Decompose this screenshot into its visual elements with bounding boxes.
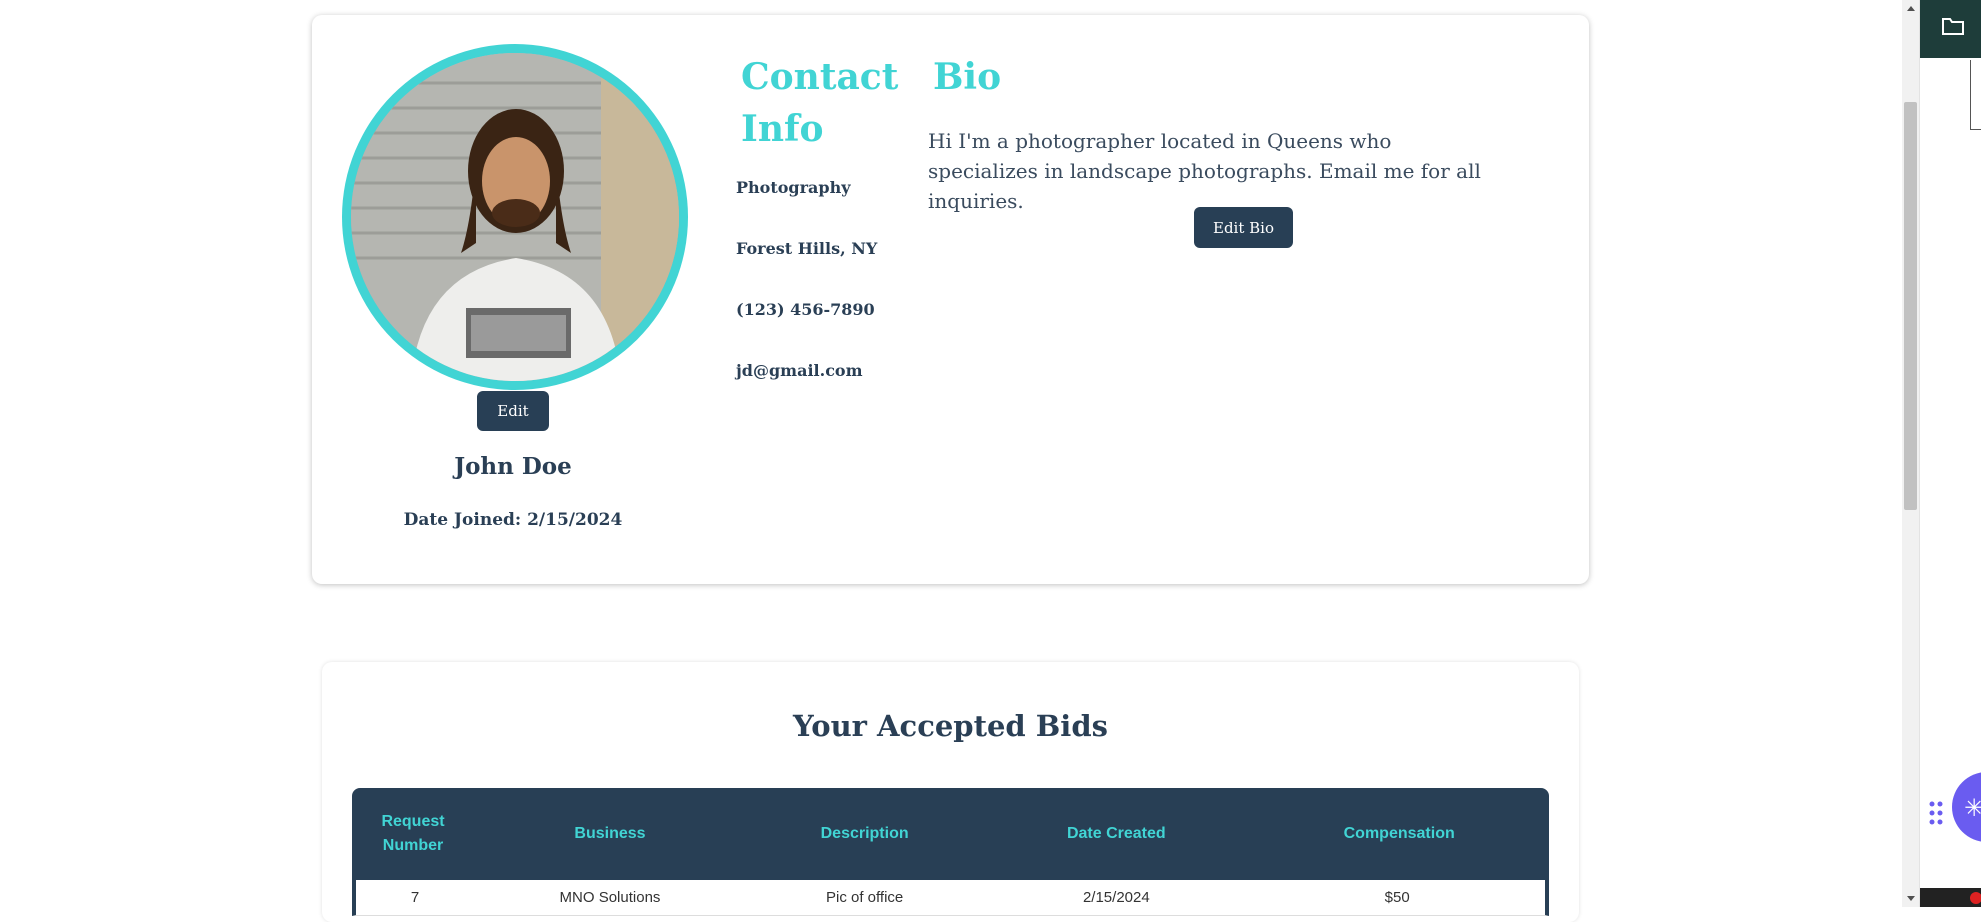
user-name: John Doe — [454, 453, 572, 480]
table-cell: 2/15/2024 — [983, 880, 1250, 916]
bio-text: Hi I'm a photographer located in Queens … — [928, 129, 1481, 213]
accepted-bids-card: Your Accepted Bids Request Number Busine… — [322, 662, 1579, 922]
table-cell: 7 — [352, 880, 474, 916]
edit-profile-button[interactable]: Edit — [477, 391, 549, 431]
page-scrollbar[interactable] — [1902, 0, 1919, 907]
scrollbar-thumb[interactable] — [1904, 102, 1917, 510]
contact-phone: (123) 456-7890 — [736, 300, 875, 319]
column-header: Description — [820, 825, 909, 842]
page-viewport: Edit John Doe Date Joined: 2/15/2024 Con… — [0, 0, 1902, 922]
side-panel-header[interactable] — [1920, 0, 1981, 58]
scroll-down-icon[interactable] — [1902, 890, 1919, 907]
edit-bio-button[interactable]: Edit Bio — [1194, 207, 1293, 248]
avatar-photo — [351, 53, 679, 381]
column-header: Business — [574, 825, 646, 842]
status-dot — [1970, 892, 1981, 904]
assistant-fab[interactable]: ✳ — [1952, 772, 1981, 842]
table-cell: MNO Solutions — [474, 880, 746, 916]
column-header: Date Created — [1066, 825, 1166, 842]
avatar-ring — [342, 44, 688, 390]
drag-handle-icon[interactable] — [1928, 800, 1944, 830]
sparkle-icon: ✳ — [1964, 794, 1981, 822]
table-row[interactable]: 7 MNO Solutions Pic of office 2/15/2024 … — [352, 880, 1549, 916]
contact-email: jd@gmail.com — [736, 361, 863, 380]
contact-info-heading: Contact Info — [741, 56, 899, 150]
table-header-row: Request Number Business Description Date… — [352, 788, 1549, 880]
table-cell: $50 — [1249, 880, 1549, 916]
avatar — [351, 53, 679, 381]
date-joined: Date Joined: 2/15/2024 — [403, 510, 623, 530]
contact-location: Forest Hills, NY — [736, 239, 878, 258]
contact-profession: Photography — [736, 178, 851, 197]
scroll-up-icon[interactable] — [1902, 0, 1919, 17]
accepted-bids-title: Your Accepted Bids — [793, 709, 1108, 743]
folder-icon[interactable] — [1941, 16, 1965, 40]
profile-card: Edit John Doe Date Joined: 2/15/2024 Con… — [312, 15, 1589, 584]
column-header: Request Number — [381, 813, 445, 854]
column-header: Compensation — [1343, 825, 1455, 842]
accepted-bids-table: Request Number Business Description Date… — [352, 788, 1549, 916]
side-panel-footer — [1920, 888, 1981, 907]
bio-heading: Bio — [933, 56, 1002, 98]
table-cell: Pic of office — [745, 880, 984, 916]
divider — [1970, 60, 1981, 130]
side-panel: ✳ — [1919, 0, 1981, 907]
